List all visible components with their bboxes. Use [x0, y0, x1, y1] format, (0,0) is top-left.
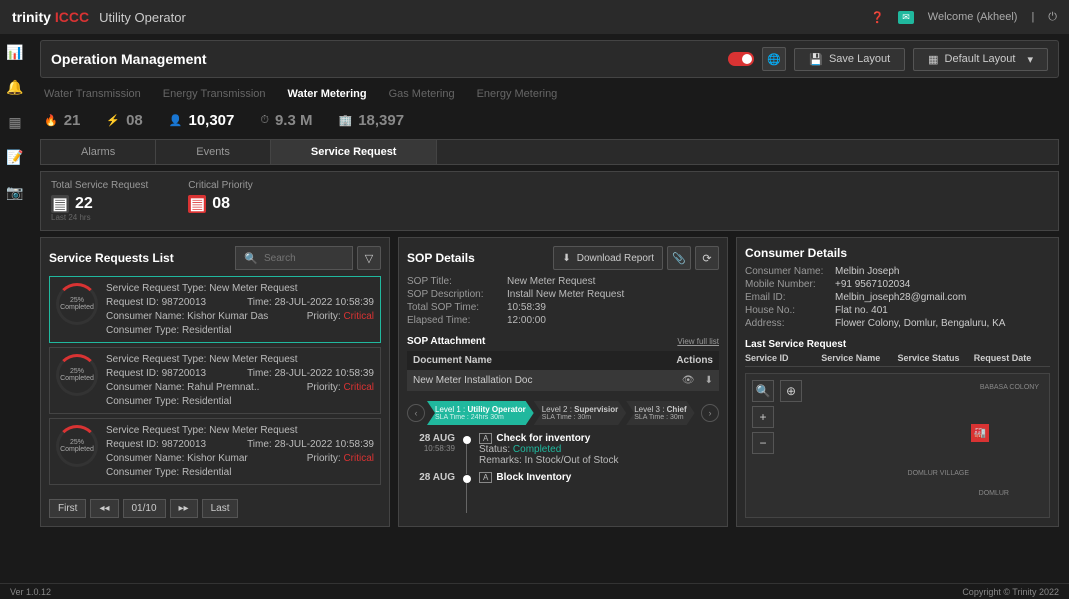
stat-item: ⏱9.3 M [260, 112, 312, 129]
sub-tab[interactable]: Events [156, 140, 271, 164]
last-service-request-title: Last Service Request [745, 339, 1050, 350]
globe-icon[interactable]: 🌐 [762, 47, 786, 71]
sub-tab[interactable]: Service Request [271, 140, 438, 164]
sub-tab[interactable]: Alarms [41, 140, 156, 164]
pager-last[interactable]: Last [202, 499, 239, 518]
map-zoom-out[interactable]: − [752, 432, 774, 454]
list-icon: ▤ [51, 195, 69, 213]
download-icon[interactable]: ⬇ [705, 375, 713, 386]
pager-first[interactable]: First [49, 499, 86, 518]
sidebar: 📊 🔔 ▦ 📝 📷 [0, 34, 30, 583]
workflow-step[interactable]: Level 3 : ChiefSLA Time : 30m [626, 401, 694, 425]
layout-dropdown[interactable]: ▦Default Layout [913, 48, 1048, 71]
camera-icon[interactable]: 📷 [6, 184, 23, 201]
map-zoom-in[interactable]: + [752, 406, 774, 428]
service-request-card[interactable]: 25%CompletedService Request Type: New Me… [49, 347, 381, 414]
page-title: Operation Management [51, 51, 207, 67]
pager-next[interactable]: ▸▸ [170, 499, 198, 518]
divider: | [1031, 11, 1034, 23]
map-locate-icon[interactable]: ⊕ [780, 380, 802, 402]
pager-current: 01/10 [123, 499, 166, 518]
save-layout-button[interactable]: 💾Save Layout [794, 48, 905, 71]
service-request-card[interactable]: 25%CompletedService Request Type: New Me… [49, 276, 381, 343]
doc-name-header: Document Name [413, 355, 492, 366]
total-requests-counter: Total Service Request ▤22 Last 24 hrs [51, 180, 148, 222]
category-tab[interactable]: Energy Transmission [163, 88, 266, 100]
alert-icon: ▤ [188, 195, 206, 213]
category-tab[interactable]: Energy Metering [477, 88, 558, 100]
attachment-icon[interactable]: 📎 [667, 246, 691, 270]
service-request-card[interactable]: 25%CompletedService Request Type: New Me… [49, 418, 381, 485]
timeline-item: 28 AUG10:58:39ACheck for inventoryStatus… [407, 433, 719, 466]
welcome-text: Welcome (Akheel) [928, 11, 1018, 23]
critical-counter: Critical Priority ▤08 [188, 180, 252, 222]
copyright-text: Copyright © Trinity 2022 [962, 587, 1059, 597]
table-header: Request Date [974, 353, 1050, 363]
doc-row: New Meter Installation Doc 👁 ⬇ [407, 370, 719, 391]
flow-next[interactable]: › [701, 404, 719, 422]
workflow-step[interactable]: Level 2 : SupervisiorSLA Time : 30m [534, 401, 626, 425]
map[interactable]: 🔍 + − ⊕ 🏭 BABASA COLONY DOMLUR DOMLUR VI… [745, 373, 1050, 518]
category-tab[interactable]: Water Metering [288, 88, 367, 100]
view-icon[interactable]: 👁 [682, 375, 695, 386]
sop-title: SOP Details [407, 251, 475, 265]
table-header: Service ID [745, 353, 821, 363]
bell-icon[interactable]: 🔔 [6, 79, 23, 96]
stat-item: 🔥21 [44, 112, 80, 129]
dashboard-icon[interactable]: 📊 [6, 44, 23, 61]
notification-badge[interactable]: ✉ [898, 11, 914, 24]
table-header: Service Name [821, 353, 897, 363]
category-tabs: Water Transmission Energy Transmission Wat… [40, 78, 1059, 110]
category-tab[interactable]: Gas Metering [389, 88, 455, 100]
version-text: Ver 1.0.12 [10, 587, 51, 597]
map-search-icon[interactable]: 🔍 [752, 380, 774, 402]
filter-icon[interactable]: ▽ [357, 246, 381, 270]
workflow-step[interactable]: Level 1 : Utility OperatorSLA Time : 24h… [427, 401, 534, 425]
stats-row: 🔥21 ⚡08 👤10,307 ⏱9.3 M 🏢18,397 [40, 110, 1059, 139]
flow-prev[interactable]: ‹ [407, 404, 425, 422]
live-toggle[interactable] [728, 52, 754, 66]
view-full-list-link[interactable]: View full list [677, 337, 719, 346]
consumer-title: Consumer Details [745, 246, 847, 260]
stat-item: 🏢18,397 [338, 112, 404, 129]
doc-actions-header: Actions [676, 355, 713, 366]
help-icon[interactable]: ❓ [871, 11, 885, 24]
edit-icon[interactable]: 📝 [6, 149, 23, 166]
category-tab[interactable]: Water Transmission [44, 88, 141, 100]
stat-item: 👤10,307 [169, 112, 235, 129]
sub-tabs: AlarmsEventsService Request [40, 139, 1059, 165]
search-icon: 🔍 [244, 252, 258, 265]
map-pin-icon[interactable]: 🏭 [971, 424, 989, 442]
sop-attachment-title: SOP Attachment [407, 336, 485, 347]
list-title: Service Requests List [49, 251, 174, 265]
timeline-item: 28 AUGABlock Inventory [407, 472, 719, 483]
stat-item: ⚡08 [106, 112, 142, 129]
app-logo: trinityICCC Utility Operator [12, 9, 186, 25]
search-input[interactable]: 🔍 [235, 246, 353, 270]
download-report-button[interactable]: ⬇Download Report [553, 246, 663, 270]
power-icon[interactable]: ⏻ [1048, 11, 1057, 24]
pager-prev[interactable]: ◂◂ [90, 499, 118, 518]
table-header: Service Status [898, 353, 974, 363]
list-icon[interactable]: ▦ [8, 114, 21, 131]
refresh-icon[interactable]: ⟳ [695, 246, 719, 270]
